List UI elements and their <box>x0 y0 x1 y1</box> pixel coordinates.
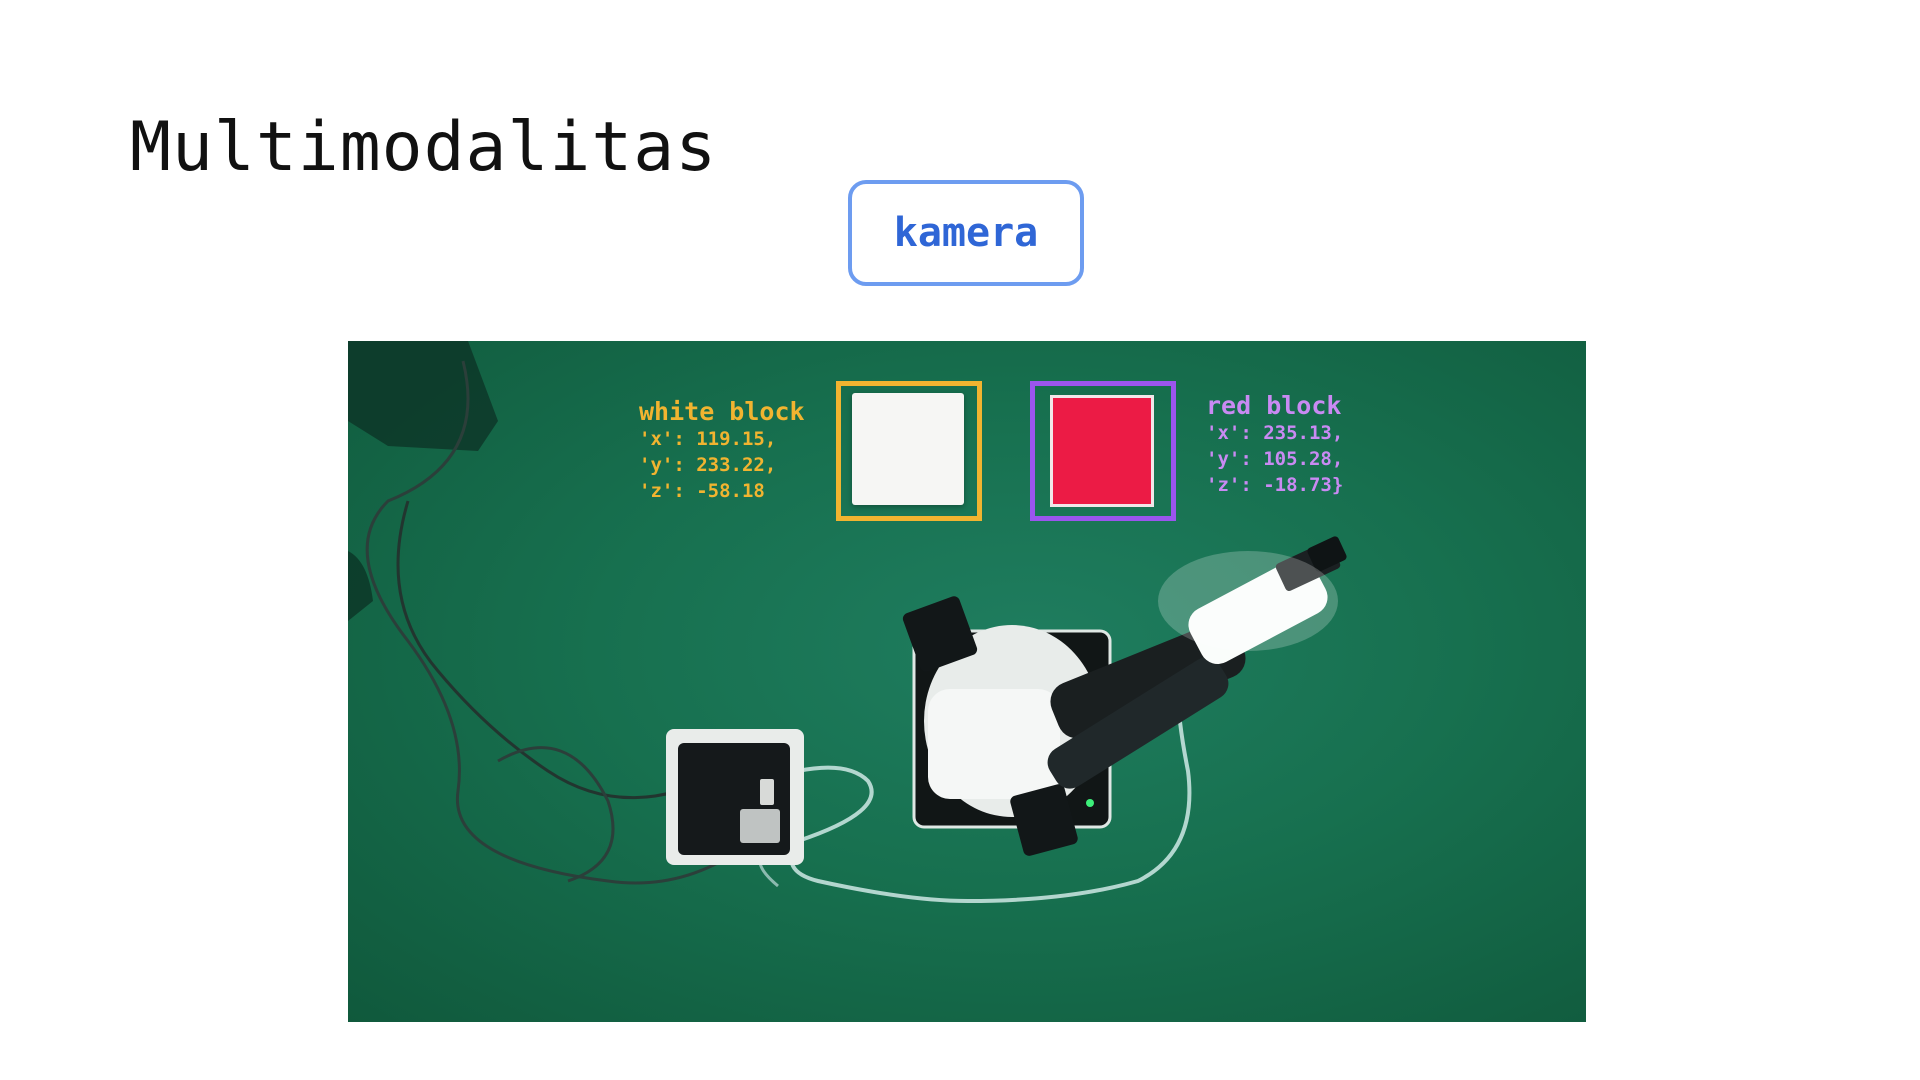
white-block-x: 'x': 119.15, <box>639 428 777 450</box>
white-block-bounding-box <box>836 381 982 521</box>
slide-title: Multimodalitas <box>130 108 718 187</box>
white-block-name: white block <box>639 397 805 426</box>
white-block-z: 'z': -58.18 <box>639 480 765 502</box>
white-block-label: white block 'x': 119.15, 'y': 233.22, 'z… <box>639 397 805 504</box>
red-block-label: red block 'x': 235.13, 'y': 105.28, 'z':… <box>1206 391 1343 498</box>
red-block-bounding-box <box>1030 381 1176 521</box>
red-block-name: red block <box>1206 391 1342 420</box>
camera-photo: white block 'x': 119.15, 'y': 233.22, 'z… <box>348 341 1586 1022</box>
white-block-y: 'y': 233.22, <box>639 454 777 476</box>
camera-label: kamera <box>848 180 1084 286</box>
red-block-z: 'z': -18.73} <box>1206 474 1344 496</box>
red-block-y: 'y': 105.28, <box>1206 448 1344 470</box>
red-block-x: 'x': 235.13, <box>1206 422 1344 444</box>
